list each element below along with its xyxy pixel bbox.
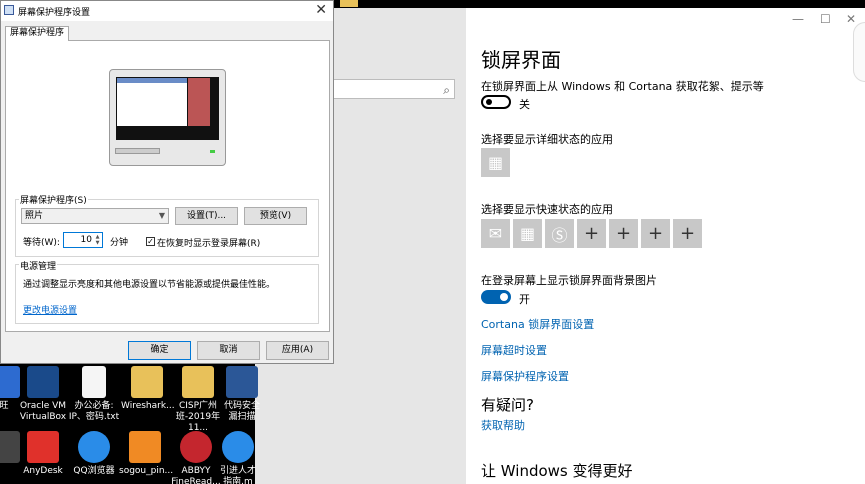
fun-facts-toggle[interactable]	[481, 95, 511, 109]
screensaver-select[interactable]: 照片 ▼	[21, 208, 169, 224]
mail-icon[interactable]: ✉	[481, 219, 510, 248]
screensaver-group-label: 屏幕保护程序(S)	[19, 193, 88, 206]
skype-icon[interactable]: Ⓢ	[545, 219, 574, 248]
desktop-icon-qqbrowser[interactable]: QQ浏览器	[68, 431, 120, 477]
tab-screensaver[interactable]: 屏幕保护程序	[5, 26, 70, 41]
cancel-button[interactable]: 取消	[197, 341, 260, 360]
search-icon: ⌕	[443, 83, 450, 97]
top-strip	[333, 0, 865, 8]
minimize-icon[interactable]: —	[792, 12, 804, 26]
fun-facts-label: 在锁屏界面上从 Windows 和 Cortana 获取花絮、提示等	[481, 80, 764, 93]
spinner-arrows-icon[interactable]: ▲ ▼	[94, 234, 101, 246]
browser-icon	[222, 431, 254, 463]
quick-status-label: 选择要显示快速状态的应用	[481, 203, 613, 216]
anydesk-icon	[27, 431, 59, 463]
sogou-icon	[129, 431, 161, 463]
resume-label: 在恢复时显示登录屏幕(R)	[157, 239, 261, 249]
monitor-icon	[4, 5, 14, 15]
show-bg-toggle[interactable]	[481, 290, 511, 304]
folder-icon[interactable]	[340, 0, 358, 7]
power-led	[210, 150, 215, 153]
chevron-down-icon: ▼	[158, 211, 165, 220]
wait-label: 等待(W):	[23, 238, 60, 248]
dialog-titlebar[interactable]: 屏幕保护程序设置 ✕	[1, 1, 333, 21]
screen-timeout-link[interactable]: 屏幕超时设置	[481, 342, 547, 358]
screensaver-link[interactable]: 屏幕保护程序设置	[481, 368, 569, 384]
show-bg-toggle-label: 开	[519, 293, 530, 306]
change-power-link[interactable]: 更改电源设置	[23, 303, 77, 316]
screen: ⌕ — ☐ ✕ 锁屏界面 在锁屏界面上从 Windows 和 Cortana 获…	[0, 0, 865, 484]
wait-spinner[interactable]: 10 ▲ ▼	[63, 232, 103, 248]
desktop-icon-virtualbox[interactable]: Oracle VM VirtualBox	[17, 366, 69, 423]
add-app-icon[interactable]: +	[641, 219, 670, 248]
virtualbox-icon	[27, 366, 59, 398]
show-bg-label: 在登录屏幕上显示锁屏界面背景图片	[481, 274, 657, 287]
add-app-icon[interactable]: +	[673, 219, 702, 248]
minutes-label: 分钟	[110, 238, 129, 248]
cortana-lock-link[interactable]: Cortana 锁屏界面设置	[481, 316, 594, 332]
close-icon[interactable]: ✕	[315, 2, 327, 18]
preview-button[interactable]: 预览(V)	[244, 207, 307, 225]
fun-facts-toggle-label: 关	[519, 98, 530, 111]
settings-button[interactable]: 设置(T)...	[175, 207, 238, 225]
folder-icon	[131, 366, 163, 398]
detailed-status-label: 选择要显示详细状态的应用	[481, 133, 613, 146]
dialog-title: 屏幕保护程序设置	[18, 8, 91, 18]
monitor-preview	[109, 69, 226, 166]
qq-browser-icon	[78, 431, 110, 463]
apply-button[interactable]: 应用(A)	[266, 341, 329, 360]
add-app-icon[interactable]: +	[577, 219, 606, 248]
help-link[interactable]: 获取帮助	[481, 417, 525, 433]
folder-icon	[182, 366, 214, 398]
text-file-icon	[82, 366, 106, 398]
word-doc-icon	[226, 366, 258, 398]
calendar-icon[interactable]: ▦	[513, 219, 542, 248]
screensaver-dialog: 屏幕保护程序设置 ✕ 屏幕保护程序 屏幕保护程序(S) 照片 ▼ 设置(T)..…	[0, 0, 334, 364]
scrollbar[interactable]	[853, 22, 865, 82]
desktop-icon-txt[interactable]: 办公必备: IP、密码.txt	[68, 366, 120, 423]
calendar-icon[interactable]: ▦	[481, 148, 510, 177]
close-icon[interactable]: ✕	[846, 12, 856, 26]
questions-heading: 有疑问?	[481, 396, 534, 414]
ok-button[interactable]: 确定	[128, 341, 191, 360]
add-app-icon[interactable]: +	[609, 219, 638, 248]
desktop-icon-guide[interactable]: 引进人才指南.m	[218, 431, 258, 484]
resume-checkbox[interactable]: ✓	[146, 237, 155, 246]
desktop-icon-wireshark[interactable]: Wireshark...	[121, 366, 175, 412]
maximize-icon[interactable]: ☐	[820, 12, 831, 26]
page-title: 锁屏界面	[481, 48, 561, 72]
desktop-icon-word[interactable]: 代码安全漏扫描	[222, 366, 262, 423]
power-description: 通过调整显示亮度和其他电源设置以节省能源或提供最佳性能。	[23, 280, 276, 290]
desktop-icon-sogou[interactable]: sogou_pin...	[119, 431, 173, 477]
desktop-icon-abbyy[interactable]: ABBYY FineRead...	[170, 431, 222, 484]
desktop-icon-cisp[interactable]: CISP广州班-2019年11...	[172, 366, 224, 434]
desktop-icon-anydesk[interactable]: AnyDesk	[17, 431, 69, 477]
abbyy-icon	[180, 431, 212, 463]
power-group-label: 电源管理	[19, 259, 58, 272]
improve-heading: 让 Windows 变得更好	[481, 462, 633, 480]
settings-search-input[interactable]: ⌕	[330, 79, 455, 99]
